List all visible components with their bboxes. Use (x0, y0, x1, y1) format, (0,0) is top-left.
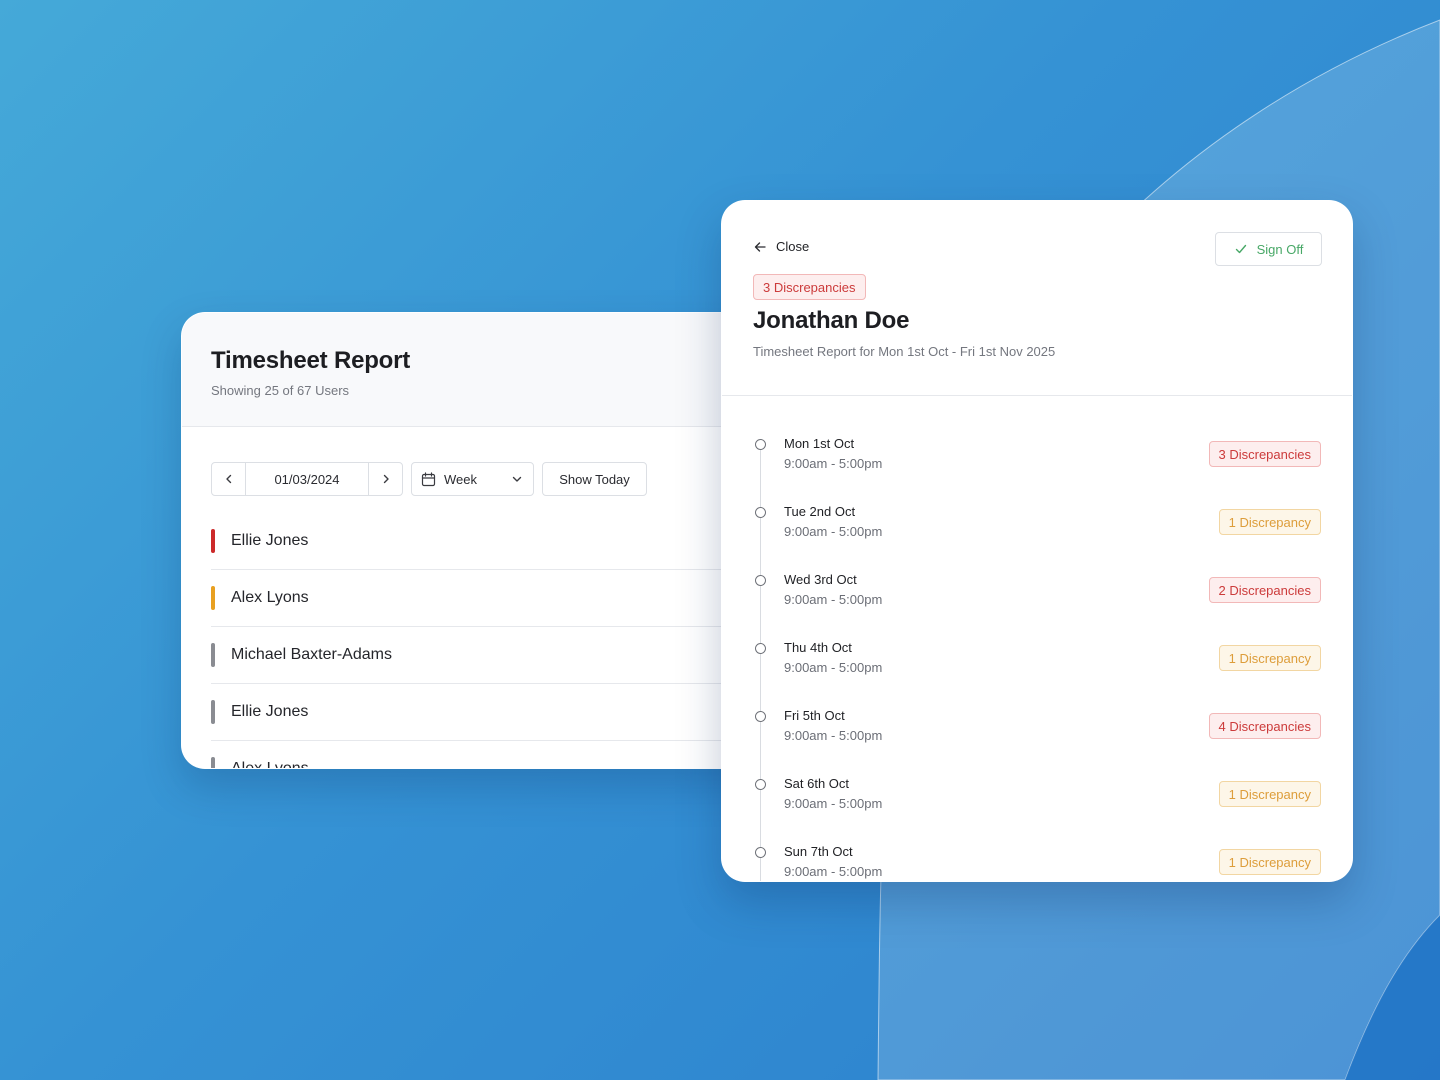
chevron-left-icon (225, 474, 231, 484)
timeline-dot (755, 643, 766, 654)
day-entry[interactable]: Wed 3rd Oct 9:00am - 5:00pm 2 Discrepancie… (722, 569, 1352, 637)
day-entry[interactable]: Fri 5th Oct 9:00am - 5:00pm 4 Discrepancie… (722, 705, 1352, 773)
day-label: Tue 2nd Oct (784, 504, 856, 519)
day-label: Thu 4th Oct (784, 640, 852, 655)
day-timeline: Mon 1st Oct 9:00am - 5:00pm 3 Discrepancie… (722, 433, 1352, 881)
day-label: Sat 6th Oct (784, 776, 850, 791)
day-entry[interactable]: Sun 7th Oct 9:00am - 5:00pm 1 Discrepancy (722, 841, 1352, 881)
user-status-indicator (211, 700, 215, 724)
timeline-dot (755, 711, 766, 722)
day-label: Wed 3rd Oct (784, 572, 857, 587)
arrow-left-icon (754, 241, 766, 252)
day-hours: 9:00am - 5:00pm (784, 728, 883, 743)
user-name: Alex Lyons (231, 760, 309, 769)
chevron-down-icon (512, 476, 522, 482)
timeline-dot (755, 439, 766, 450)
day-entry[interactable]: Tue 2nd Oct 9:00am - 5:00pm 1 Discrepancy (722, 501, 1352, 569)
show-today-button[interactable]: Show Today (542, 462, 647, 496)
user-row[interactable]: Ellie Jones (211, 684, 780, 741)
user-status-indicator (211, 757, 215, 768)
period-select-value: Week (444, 471, 477, 487)
next-date-button[interactable] (369, 463, 402, 495)
day-label: Fri 5th Oct (784, 708, 845, 723)
timeline-dot (755, 507, 766, 518)
chevron-right-icon (383, 474, 389, 484)
user-name: Alex Lyons (231, 589, 309, 606)
period-select[interactable]: Week (411, 462, 534, 496)
day-discrepancy-badge: 1 Discrepancy (1218, 509, 1321, 535)
user-status-indicator (211, 529, 215, 553)
user-row[interactable]: Alex Lyons (211, 741, 780, 769)
day-discrepancy-badge: 2 Discrepancies (1208, 577, 1321, 603)
report-subtitle: Showing 25 of 67 Users (211, 383, 350, 398)
day-entry[interactable]: Sat 6th Oct 9:00am - 5:00pm 1 Discrepancy (722, 773, 1352, 841)
user-row[interactable]: Alex Lyons (211, 570, 780, 627)
employee-name: Jonathan Doe (753, 307, 910, 334)
close-label: Close (776, 239, 810, 254)
user-status-indicator (211, 643, 215, 667)
timeline-dot (755, 847, 766, 858)
user-list: Ellie Jones Alex Lyons Michael Baxter-Adam… (211, 513, 780, 769)
previous-date-button[interactable] (212, 463, 245, 495)
day-entry[interactable]: Mon 1st Oct 9:00am - 5:00pm 3 Discrepancie… (722, 433, 1352, 501)
day-hours: 9:00am - 5:00pm (784, 524, 883, 539)
user-name: Ellie Jones (231, 532, 309, 549)
report-header: Timesheet Report Showing 25 of 67 Users (182, 313, 780, 427)
day-hours: 9:00am - 5:00pm (784, 592, 883, 607)
date-navigator: 01/03/2024 (211, 462, 403, 496)
discrepancy-badge: 3 Discrepancies (753, 274, 866, 300)
report-period: Timesheet Report for Mon 1st Oct - Fri 1… (753, 344, 1056, 359)
timeline-dot (755, 575, 766, 586)
day-label: Mon 1st Oct (784, 436, 855, 451)
day-discrepancy-badge: 1 Discrepancy (1218, 645, 1321, 671)
day-label: Sun 7th Oct (784, 844, 853, 859)
calendar-icon (421, 471, 436, 486)
day-discrepancy-badge: 1 Discrepancy (1218, 781, 1321, 807)
day-discrepancy-badge: 3 Discrepancies (1208, 441, 1321, 467)
close-button[interactable]: Close (753, 239, 809, 254)
report-controls: 01/03/2024 Week Show Today (211, 462, 647, 496)
date-input[interactable]: 01/03/2024 (245, 463, 369, 495)
day-hours: 9:00am - 5:00pm (784, 864, 883, 879)
day-entry[interactable]: Thu 4th Oct 9:00am - 5:00pm 1 Discrepancy (722, 637, 1352, 705)
timeline-dot (755, 779, 766, 790)
day-hours: 9:00am - 5:00pm (784, 796, 883, 811)
sign-off-button[interactable]: Sign Off (1215, 232, 1322, 266)
user-status-indicator (211, 586, 215, 610)
day-discrepancy-badge: 1 Discrepancy (1218, 849, 1321, 875)
sign-off-label: Sign Off (1256, 241, 1304, 257)
detail-header: Close Sign Off 3 Discrepancies Jonathan … (722, 201, 1352, 396)
user-row[interactable]: Ellie Jones (211, 513, 780, 570)
timesheet-report-panel: Timesheet Report Showing 25 of 67 Users … (181, 312, 781, 769)
timesheet-detail-panel: Close Sign Off 3 Discrepancies Jonathan … (721, 200, 1353, 882)
day-list: Mon 1st Oct 9:00am - 5:00pm 3 Discrepancie… (722, 433, 1352, 881)
report-title: Timesheet Report (211, 347, 411, 374)
day-discrepancy-badge: 4 Discrepancies (1208, 713, 1321, 739)
user-row[interactable]: Michael Baxter-Adams (211, 627, 780, 684)
check-icon (1235, 244, 1246, 254)
user-name: Ellie Jones (231, 703, 309, 720)
day-hours: 9:00am - 5:00pm (784, 456, 883, 471)
user-name: Michael Baxter-Adams (231, 646, 392, 663)
day-hours: 9:00am - 5:00pm (784, 660, 883, 675)
